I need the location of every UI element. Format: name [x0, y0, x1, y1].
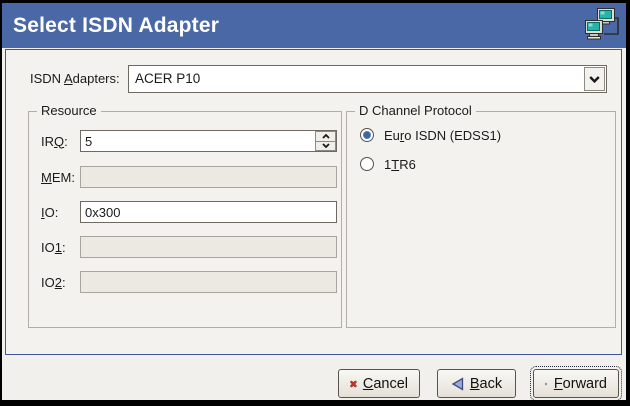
irq-row: IRQ: — [41, 130, 337, 152]
spin-down-button[interactable] — [315, 142, 336, 152]
io-row: IO: — [41, 201, 337, 223]
back-button-label: Back — [470, 376, 502, 392]
content-panel: ISDN Adapters: ACER P10 Resource IRQ: — [5, 49, 622, 355]
io-label: IO: — [41, 205, 80, 220]
radio-1tr6[interactable]: 1TR6 — [360, 155, 416, 173]
cancel-x-icon — [350, 377, 357, 391]
dialog-window: Select ISDN Adapter — [0, 0, 630, 406]
button-bar: Cancel Back Forward — [338, 369, 619, 398]
mem-row: MEM: — [41, 166, 337, 188]
chevron-down-icon — [322, 143, 330, 148]
network-computers-icon — [584, 7, 621, 44]
radio-euro-isdn[interactable]: Euro ISDN (EDSS1) — [360, 126, 501, 144]
dialog-body: Select ISDN Adapter — [2, 3, 626, 400]
dialog-title: Select ISDN Adapter — [13, 3, 219, 48]
d-channel-protocol-group: D Channel Protocol Euro ISDN (EDSS1) 1TR… — [346, 111, 616, 328]
irq-spinbox — [80, 130, 337, 152]
combobox-dropdown-button[interactable] — [584, 67, 605, 91]
cancel-button[interactable]: Cancel — [338, 369, 420, 398]
radio-button-icon — [360, 157, 374, 171]
arrow-left-icon — [451, 377, 464, 391]
combobox-value: ACER P10 — [135, 66, 580, 92]
spin-up-button[interactable] — [315, 131, 336, 142]
chevron-up-icon — [322, 134, 330, 139]
io1-label: IO1: — [41, 240, 80, 255]
io2-label: IO2: — [41, 275, 80, 290]
d-channel-protocol-title: D Channel Protocol — [355, 103, 476, 118]
mem-input — [80, 166, 337, 188]
mem-label: MEM: — [41, 170, 80, 185]
chevron-down-icon — [589, 76, 600, 83]
io2-row: IO2: — [41, 271, 337, 293]
isdn-adapter-combobox[interactable]: ACER P10 — [128, 65, 607, 93]
io-input[interactable] — [80, 201, 337, 223]
io1-row: IO1: — [41, 236, 337, 258]
irq-spinner — [315, 131, 336, 151]
radio-button-icon — [360, 128, 374, 142]
forward-button[interactable]: Forward — [533, 369, 619, 398]
resource-group: Resource IRQ: — [28, 111, 342, 328]
resource-group-title: Resource — [37, 103, 101, 118]
irq-input[interactable] — [80, 130, 337, 152]
isdn-adapters-label: ISDN Adapters: — [30, 65, 120, 93]
io2-input — [80, 271, 337, 293]
irq-label: IRQ: — [41, 134, 80, 149]
arrow-right-icon — [545, 377, 548, 391]
radio-1tr6-label: 1TR6 — [384, 157, 416, 172]
cancel-button-label: Cancel — [363, 376, 408, 392]
back-button[interactable]: Back — [437, 369, 516, 398]
titlebar: Select ISDN Adapter — [2, 3, 626, 48]
radio-euro-isdn-label: Euro ISDN (EDSS1) — [384, 128, 501, 143]
io1-input — [80, 236, 337, 258]
forward-button-label: Forward — [554, 376, 607, 392]
